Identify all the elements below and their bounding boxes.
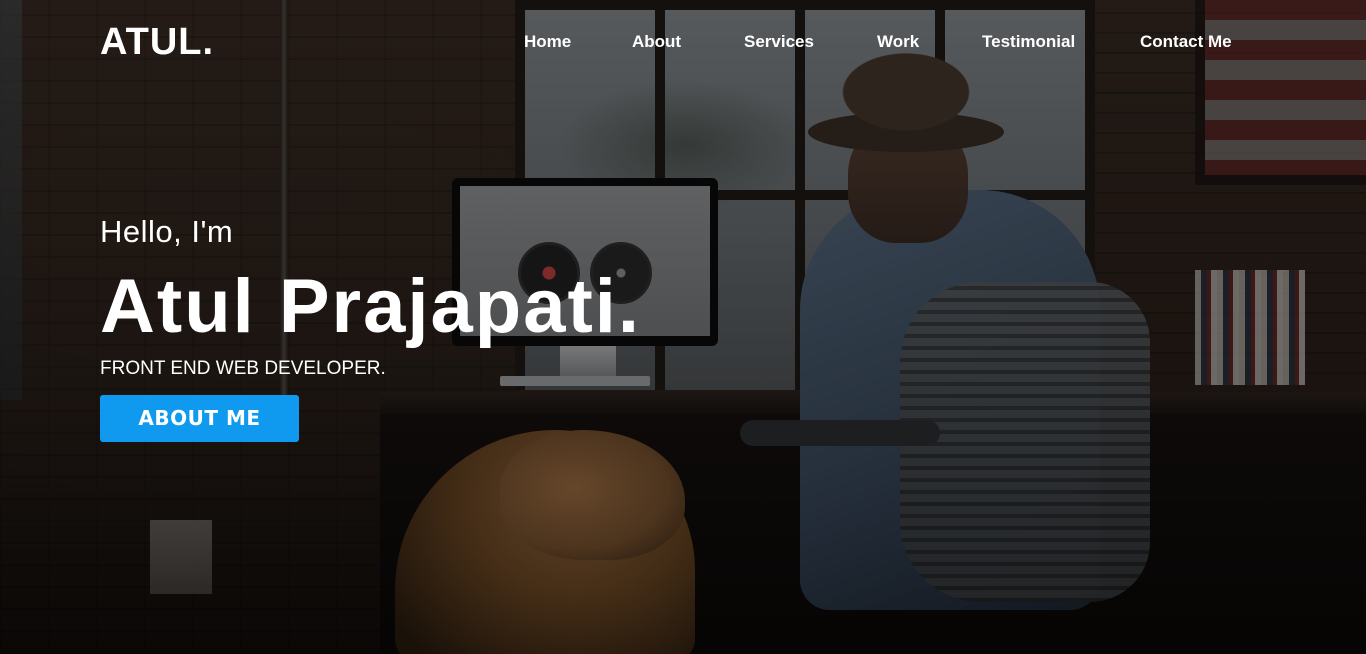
nav-link-work[interactable]: Work — [877, 32, 919, 52]
hero-name: Atul Prajapati. — [100, 264, 641, 349]
hero-section: Hello, I'm Atul Prajapati. FRONT END WEB… — [100, 210, 900, 380]
nav-link-about[interactable]: About — [632, 32, 681, 52]
navbar: ATUL. Home About Services Work Testimoni… — [0, 0, 1366, 84]
nav-link-testimonial[interactable]: Testimonial — [982, 32, 1075, 52]
about-me-button[interactable]: ABOUT ME — [100, 395, 299, 442]
nav-link-services[interactable]: Services — [744, 32, 814, 52]
hero-role: FRONT END WEB DEVELOPER. — [100, 358, 386, 379]
nav-link-contact[interactable]: Contact Me — [1140, 32, 1232, 52]
nav-menu: Home About Services Work Testimonial Con… — [0, 32, 1366, 54]
hero-greeting: Hello, I'm — [100, 214, 234, 249]
nav-link-home[interactable]: Home — [524, 32, 571, 52]
